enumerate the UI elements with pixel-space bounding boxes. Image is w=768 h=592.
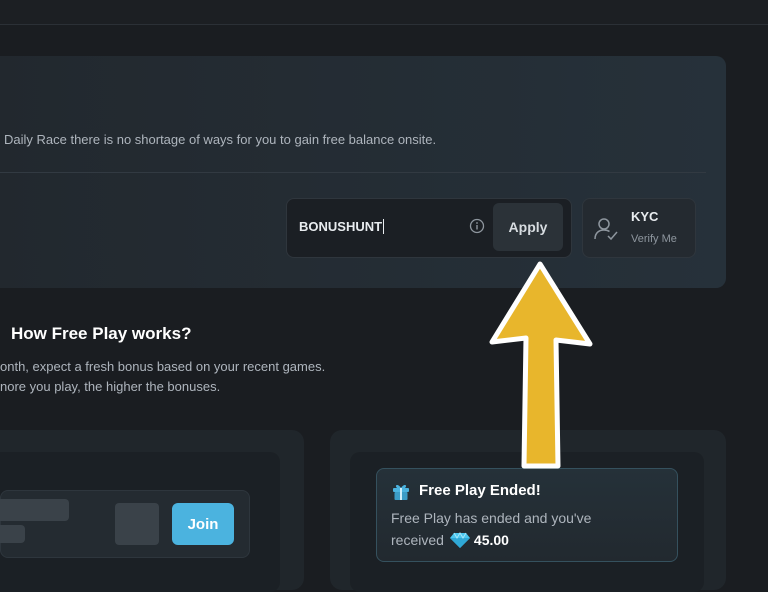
gem-icon — [449, 532, 470, 548]
placeholder-thumbnail — [115, 503, 159, 545]
join-button[interactable]: Join — [172, 503, 234, 545]
kyc-title: KYC — [631, 209, 659, 224]
user-check-icon — [594, 218, 618, 241]
annotation-arrow — [489, 261, 593, 469]
top-bar — [0, 0, 768, 25]
kyc-verify-button[interactable]: KYC Verify Me — [582, 198, 696, 258]
promo-code-field[interactable]: BONUSHUNT Apply — [286, 198, 572, 258]
gift-icon — [393, 484, 409, 500]
apply-button[interactable]: Apply — [493, 203, 563, 251]
free-play-ended-notice: Free Play Ended! Free Play has ended and… — [376, 468, 678, 562]
placeholder-bar — [0, 499, 69, 521]
received-label: received — [391, 532, 444, 548]
race-join-row: Join — [0, 490, 250, 558]
divider — [0, 172, 706, 173]
free-play-ended-title: Free Play Ended! — [419, 482, 541, 499]
text-caret — [383, 219, 385, 234]
race-card: Join — [0, 430, 304, 592]
promo-description: Daily Race there is no shortage of ways … — [4, 132, 437, 147]
free-play-description-line1: onth, expect a fresh bonus based on your… — [0, 359, 326, 374]
free-play-status-inner: Free Play Ended! Free Play has ended and… — [350, 452, 704, 592]
promo-code-input[interactable]: BONUSHUNT — [299, 219, 385, 234]
free-play-received-row: received 45.00 — [391, 532, 509, 548]
received-amount: 45.00 — [473, 532, 509, 548]
promo-card: Daily Race there is no shortage of ways … — [0, 56, 726, 288]
info-icon[interactable] — [469, 218, 485, 234]
race-card-inner: Join — [0, 452, 280, 592]
placeholder-bar — [0, 525, 25, 543]
kyc-subtitle: Verify Me — [631, 233, 677, 245]
free-play-ended-text: Free Play has ended and you've — [391, 510, 592, 526]
free-play-description-line2: nore you play, the higher the bonuses. — [0, 379, 221, 394]
free-play-title: How Free Play works? — [11, 324, 192, 343]
